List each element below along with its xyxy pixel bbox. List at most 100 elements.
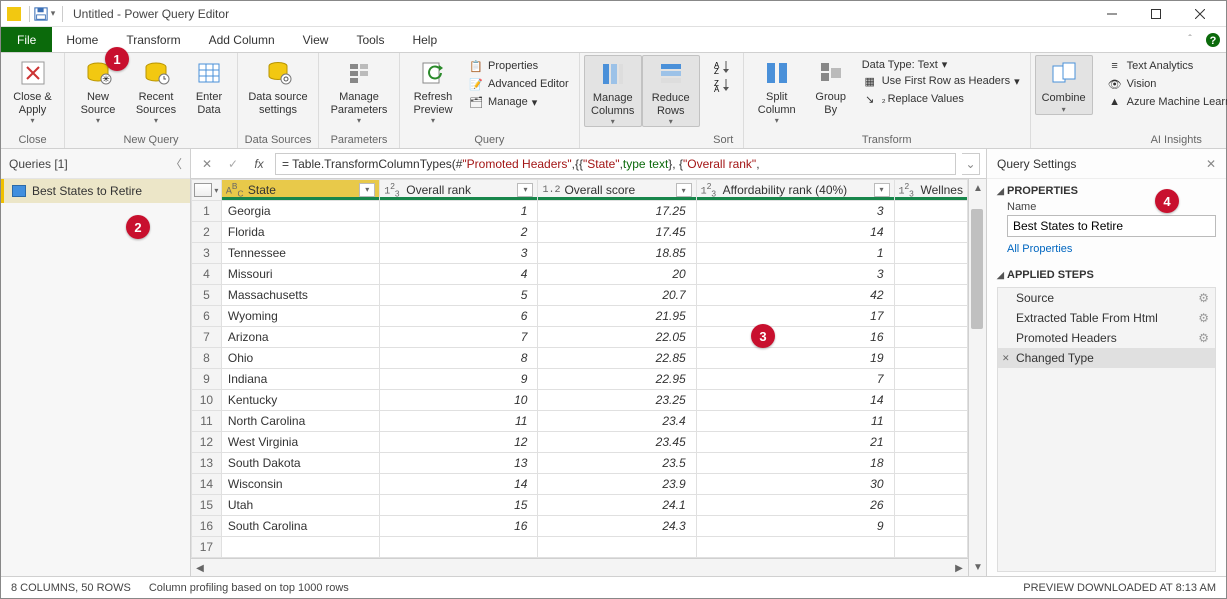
- data-grid[interactable]: ▾ABCState▾123Overall rank▾1.2Overall sco…: [191, 179, 968, 576]
- formula-expand-icon[interactable]: ⌄: [962, 153, 980, 175]
- cell-aff[interactable]: 3: [696, 264, 894, 285]
- refresh-preview-button[interactable]: RefreshPreview▾: [404, 55, 462, 125]
- table-row[interactable]: 15 Utah 15 24.1 26: [192, 495, 968, 516]
- reduce-rows-button[interactable]: ReduceRows▾: [642, 55, 700, 127]
- column-header[interactable]: 1.2Overall score▾: [538, 180, 696, 201]
- table-row[interactable]: 2 Florida 2 17.45 14: [192, 222, 968, 243]
- cell-score[interactable]: 24.1: [538, 495, 696, 516]
- cell-wellness[interactable]: [894, 516, 968, 537]
- cell-score[interactable]: 20.7: [538, 285, 696, 306]
- cell-score[interactable]: 20: [538, 264, 696, 285]
- cell-score[interactable]: 22.95: [538, 369, 696, 390]
- menu-home[interactable]: Home: [52, 27, 112, 52]
- cell-state[interactable]: Ohio: [221, 348, 379, 369]
- cell-state[interactable]: Wisconsin: [221, 474, 379, 495]
- menu-transform[interactable]: Transform: [112, 27, 194, 52]
- cell-aff[interactable]: 11: [696, 411, 894, 432]
- table-row[interactable]: 11 North Carolina 11 23.4 11: [192, 411, 968, 432]
- cell-wellness[interactable]: [894, 390, 968, 411]
- cell-wellness[interactable]: [894, 453, 968, 474]
- cell-state[interactable]: [221, 537, 379, 558]
- cell-score[interactable]: 23.9: [538, 474, 696, 495]
- cell-state[interactable]: South Carolina: [221, 516, 379, 537]
- cell-aff[interactable]: 9: [696, 516, 894, 537]
- close-settings-icon[interactable]: ✕: [1206, 157, 1216, 171]
- cell-aff[interactable]: 14: [696, 222, 894, 243]
- vision-button[interactable]: 👁Vision: [1103, 75, 1227, 93]
- column-header[interactable]: 123Affordability rank (40%)▾: [696, 180, 894, 201]
- cell-rank[interactable]: 3: [380, 243, 538, 264]
- cell-rank[interactable]: 8: [380, 348, 538, 369]
- table-row[interactable]: 9 Indiana 9 22.95 7: [192, 369, 968, 390]
- cell-score[interactable]: [538, 537, 696, 558]
- table-row[interactable]: 7 Arizona 7 22.05 16: [192, 327, 968, 348]
- cell-state[interactable]: Tennessee: [221, 243, 379, 264]
- cell-rank[interactable]: 15: [380, 495, 538, 516]
- scroll-up-icon[interactable]: ▲: [969, 179, 986, 197]
- manage-button[interactable]: 🗂Manage▾: [464, 93, 573, 111]
- cell-rank[interactable]: 10: [380, 390, 538, 411]
- cell-rank[interactable]: 4: [380, 264, 538, 285]
- table-row[interactable]: 8 Ohio 8 22.85 19: [192, 348, 968, 369]
- combine-button[interactable]: Combine▾: [1035, 55, 1093, 115]
- fx-icon[interactable]: fx: [249, 154, 269, 174]
- cell-aff[interactable]: 21: [696, 432, 894, 453]
- table-row[interactable]: 17: [192, 537, 968, 558]
- text-analytics-button[interactable]: ≡Text Analytics: [1103, 57, 1227, 75]
- cell-aff[interactable]: 14: [696, 390, 894, 411]
- cell-rank[interactable]: 1: [380, 201, 538, 222]
- cell-wellness[interactable]: [894, 264, 968, 285]
- cell-state[interactable]: Indiana: [221, 369, 379, 390]
- cell-wellness[interactable]: [894, 243, 968, 264]
- cell-rank[interactable]: [380, 537, 538, 558]
- cell-wellness[interactable]: [894, 348, 968, 369]
- cell-wellness[interactable]: [894, 306, 968, 327]
- gear-icon[interactable]: ⚙: [1198, 311, 1209, 325]
- menu-add-column[interactable]: Add Column: [195, 27, 289, 52]
- menu-help[interactable]: Help: [398, 27, 451, 52]
- cell-rank[interactable]: 14: [380, 474, 538, 495]
- minimize-button[interactable]: [1090, 1, 1134, 27]
- cell-aff[interactable]: 1: [696, 243, 894, 264]
- scroll-right-icon[interactable]: ▶: [950, 559, 968, 576]
- table-row[interactable]: 4 Missouri 4 20 3: [192, 264, 968, 285]
- cell-score[interactable]: 23.25: [538, 390, 696, 411]
- cell-rank[interactable]: 13: [380, 453, 538, 474]
- sort-asc-button[interactable]: AZ: [710, 57, 738, 75]
- formula-input[interactable]: = Table.TransformColumnTypes(#"Promoted …: [275, 153, 956, 175]
- properties-button[interactable]: 📋Properties: [464, 57, 573, 75]
- column-filter-icon[interactable]: ▾: [874, 183, 890, 197]
- column-filter-icon[interactable]: ▾: [517, 183, 533, 197]
- data-type-button[interactable]: Data Type: Text▾: [858, 57, 1024, 72]
- scroll-left-icon[interactable]: ◀: [191, 559, 209, 576]
- table-row[interactable]: 13 South Dakota 13 23.5 18: [192, 453, 968, 474]
- enter-data-button[interactable]: EnterData: [185, 55, 233, 116]
- cell-wellness[interactable]: [894, 327, 968, 348]
- cell-aff[interactable]: 7: [696, 369, 894, 390]
- gear-icon[interactable]: ⚙: [1198, 291, 1209, 305]
- vertical-scrollbar[interactable]: ▲ ▼: [968, 179, 986, 576]
- table-row[interactable]: 5 Massachusetts 5 20.7 42: [192, 285, 968, 306]
- scroll-thumb[interactable]: [971, 209, 983, 329]
- column-filter-icon[interactable]: ▾: [359, 183, 375, 197]
- cell-score[interactable]: 17.25: [538, 201, 696, 222]
- cell-aff[interactable]: 26: [696, 495, 894, 516]
- table-row[interactable]: 12 West Virginia 12 23.45 21: [192, 432, 968, 453]
- save-icon[interactable]: [34, 7, 48, 21]
- applied-steps-section[interactable]: ◢APPLIED STEPS: [987, 263, 1226, 283]
- cell-score[interactable]: 22.85: [538, 348, 696, 369]
- cell-aff[interactable]: 3: [696, 201, 894, 222]
- replace-values-button[interactable]: ↘₂Replace Values: [858, 90, 1024, 108]
- cell-score[interactable]: 24.3: [538, 516, 696, 537]
- cell-wellness[interactable]: [894, 495, 968, 516]
- cell-score[interactable]: 23.4: [538, 411, 696, 432]
- formula-accept-icon[interactable]: ✓: [223, 154, 243, 174]
- cell-rank[interactable]: 11: [380, 411, 538, 432]
- cell-wellness[interactable]: [894, 474, 968, 495]
- cell-wellness[interactable]: [894, 201, 968, 222]
- table-row[interactable]: 10 Kentucky 10 23.25 14: [192, 390, 968, 411]
- data-source-settings-button[interactable]: Data sourcesettings: [242, 55, 314, 116]
- cell-state[interactable]: South Dakota: [221, 453, 379, 474]
- column-header[interactable]: 123Overall rank▾: [380, 180, 538, 201]
- collapse-queries-icon[interactable]: 〈: [170, 155, 182, 172]
